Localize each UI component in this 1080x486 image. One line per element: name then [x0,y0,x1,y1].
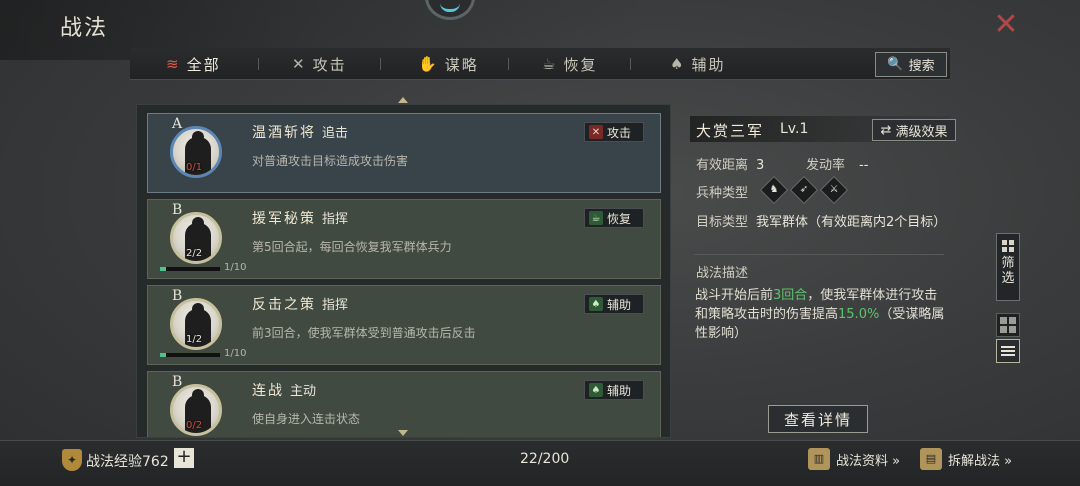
tab-attack[interactable]: ✕ 攻击 [292,48,347,80]
kettle-icon: ☕ [589,211,603,225]
tab-divider [380,58,381,70]
skill-desc: 第5回合起，每回合恢复我军群体兵力 [252,240,452,254]
skill-type-badge: ♠ 辅助 [584,380,644,400]
pouch-icon: ♠ [589,383,603,397]
skill-type-badge: ✕ 攻击 [584,122,644,142]
book-icon: ▥ [808,448,830,470]
swap-icon: ⇄ [880,122,892,138]
tab-label: 辅助 [691,55,726,74]
list-view-icon[interactable] [996,339,1020,363]
skill-count: 1/2 [186,334,203,345]
skill-exp-label: 战法经验762 [86,454,169,470]
page-title: 战法 [60,16,109,41]
troop-type-label: 兵种类型 [696,186,749,201]
close-button[interactable]: ✕ [990,10,1022,42]
disassemble-skill-link[interactable]: ▤ 拆解战法 » [920,446,1012,472]
detail-skill-level: Lv.1 [780,121,809,137]
grid-view-icon[interactable] [996,313,1020,337]
bamboo-scroll-icon: ▤ [920,448,942,470]
desc-body: 战斗开始后前3回合，使我军群体进行攻击和策略攻击时的伤害提高15.0%（受谋略属… [695,288,945,341]
skill-count: 0/2 [186,420,203,431]
kettle-icon: ☕ [542,55,558,73]
tab-divider [258,58,259,70]
spear-icon: ⚔ [819,175,849,205]
skill-grade: B [172,288,183,304]
range-attr: 有效距离 3 [696,158,765,173]
pouch-icon: ♠ [670,55,686,73]
detail-skill-name: 大赏三军 [696,122,765,140]
scroll-down-arrow-icon[interactable] [398,430,408,436]
rate-attr: 发动率 -- [806,158,869,173]
skill-card[interactable]: A 0/1 温酒斩将 追击 对普通攻击目标造成攻击伤害 ✕ 攻击 [147,113,661,193]
search-label: 搜索 [908,59,935,74]
search-icon: 🔍 [887,57,904,72]
skill-name: 温酒斩将 追击 [252,125,349,141]
pouch-icon: ♠ [589,297,603,311]
skill-name: 反击之策 指挥 [252,297,349,313]
skill-progress-text: 1/10 [224,348,247,359]
skill-progress-text: 1/10 [224,262,247,273]
scroll-up-arrow-icon[interactable] [398,97,408,103]
tab-assist[interactable]: ♠ 辅助 [670,48,725,80]
crossed-swords-icon: ✕ [292,55,307,73]
skill-count: 0/1 [186,162,203,173]
skill-grade: A [172,116,183,132]
tab-label: 攻击 [312,55,347,74]
search-button[interactable]: 🔍 搜索 [875,52,947,77]
close-x-icon: ✕ [993,7,1019,42]
skill-desc: 对普通攻击目标造成攻击伤害 [252,154,409,168]
hand-icon: ✋ [418,55,439,73]
skill-capacity: 22/200 [520,451,570,467]
archer-icon: ➶ [789,175,819,205]
scroll-icon: ≋ [166,55,181,73]
desc-title: 战法描述 [696,266,749,281]
skill-card[interactable]: B 1/2 1/10 反击之策 指挥 前3回合，使我军群体受到普通攻击后反击 ♠ … [147,285,661,365]
skill-grade: B [172,202,183,218]
exp-shield-icon: ✦ [62,449,82,471]
filter-button[interactable]: 筛选 [996,233,1020,301]
target-attr: 目标类型 我军群体（有效距离内2个目标） [696,215,947,230]
crossed-swords-icon: ✕ [589,125,603,139]
skill-progress-bar [160,267,220,271]
skill-data-link[interactable]: ▥ 战法资料 » [808,446,900,472]
grid-filter-icon [1002,240,1014,252]
skill-name: 援军秘策 指挥 [252,211,349,227]
skill-desc: 前3回合，使我军群体受到普通攻击后反击 [252,326,476,340]
tab-label: 恢复 [563,55,598,74]
tab-divider [508,58,509,70]
skill-grade: B [172,374,183,390]
filter-label: 筛选 [1001,256,1015,286]
tab-label: 全部 [186,55,221,74]
skill-progress-bar [160,353,220,357]
skill-list[interactable]: A 0/1 温酒斩将 追击 对普通攻击目标造成攻击伤害 ✕ 攻击 B 2/2 1/… [136,104,671,438]
tab-all[interactable]: ≋ 全部 [166,48,221,80]
skill-type-badge: ☕ 恢复 [584,208,644,228]
cavalry-icon: ♞ [759,175,789,205]
tab-strategy[interactable]: ✋ 谋略 [418,48,479,80]
add-exp-button[interactable]: + [174,448,194,468]
tab-divider [630,58,631,70]
skill-count: 2/2 [186,248,203,259]
skill-name: 连战 主动 [252,383,317,399]
skill-desc: 使自身进入连击状态 [252,412,361,426]
tab-recover[interactable]: ☕ 恢复 [542,48,597,80]
view-details-button[interactable]: 查看详情 [768,405,868,433]
max-effect-label: 满级效果 [895,124,948,140]
tab-label: 谋略 [444,55,479,74]
skill-type-badge: ♠ 辅助 [584,294,644,314]
detail-divider [694,254,944,255]
skill-card[interactable]: B 0/2 连战 主动 使自身进入连击状态 ♠ 辅助 [147,371,661,437]
category-tab-bar: ≋ 全部 ✕ 攻击 ✋ 谋略 ☕ 恢复 ♠ 辅助 🔍 搜索 [130,48,950,80]
skill-card[interactable]: B 2/2 1/10 援军秘策 指挥 第5回合起，每回合恢复我军群体兵力 ☕ 恢复 [147,199,661,279]
max-effect-button[interactable]: ⇄ 满级效果 [872,119,956,141]
